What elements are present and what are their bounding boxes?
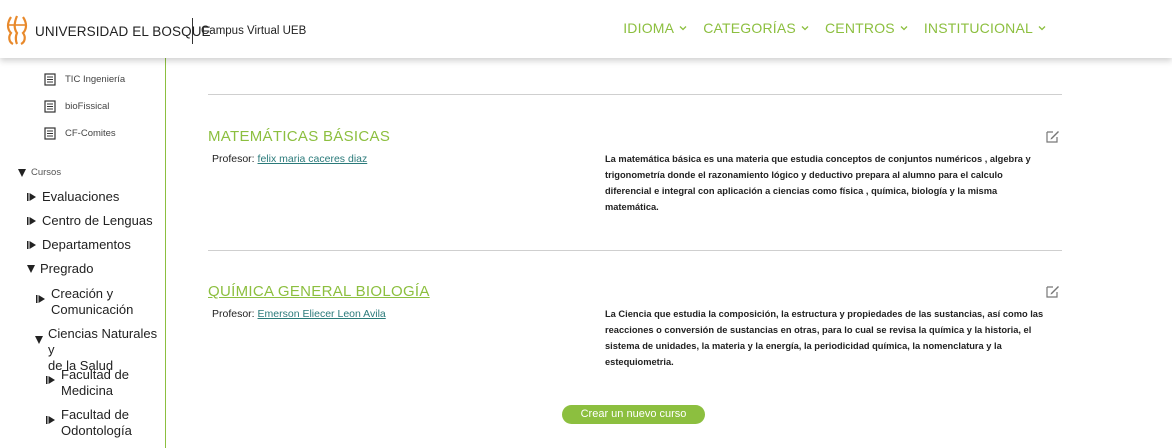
nav-institucional[interactable]: INSTITUCIONAL: [924, 20, 1046, 36]
sidebar: TIC Ingeniería bioFissical CF-Comites Cu…: [0, 58, 166, 448]
sidebar-item-label-line2: Comunicación: [51, 302, 134, 317]
collapsed-triangle-icon: [27, 193, 36, 201]
divider: [208, 94, 1062, 95]
chevron-down-icon: [900, 26, 908, 31]
course-description: La Ciencia que estudia la composición, l…: [605, 306, 1050, 370]
sidebar-doc-cf-comites[interactable]: CF-Comites: [44, 127, 116, 140]
description-line: matemática.: [605, 202, 659, 212]
sidebar-item-label-line1: Facultad de: [61, 367, 129, 382]
sidebar-item-label-line1: Ciencias Naturales y: [48, 326, 158, 357]
brand-divider: [192, 18, 193, 44]
expanded-triangle-icon: [18, 169, 26, 177]
sidebar-item-evaluaciones[interactable]: Evaluaciones: [27, 189, 119, 205]
course-list: MATEMÁTICAS BÁSICAS Profesor: felix mari…: [166, 58, 1172, 448]
course-professor: Profesor: Emerson Eliecer Leon Avila: [212, 308, 386, 320]
sidebar-item-label-line2: Medicina: [61, 383, 114, 398]
nav-categorias[interactable]: CATEGORÍAS: [703, 20, 809, 36]
professor-link[interactable]: felix maria caceres diaz: [258, 153, 368, 165]
sidebar-item-label-line2: Odontología: [61, 423, 132, 438]
collapsed-triangle-icon: [27, 217, 36, 225]
chevron-down-icon: [679, 26, 687, 31]
document-icon: [44, 127, 56, 140]
description-line: reacciones o conversión de sustancias en…: [605, 325, 1032, 335]
top-header: UNIVERSIDAD EL BOSQUE Campus Virtual UEB…: [0, 0, 1172, 58]
description-line: estequiometria.: [605, 357, 674, 367]
sidebar-item-label: Departamentos: [42, 237, 131, 252]
sidebar-cursos[interactable]: Cursos: [18, 167, 61, 179]
expanded-triangle-icon: [35, 336, 43, 344]
nav-idioma[interactable]: IDIOMA: [623, 20, 687, 36]
course-title-quimica[interactable]: QUÍMICA GENERAL BIOLOGÍA: [208, 283, 430, 300]
nav-idioma-label: IDIOMA: [623, 20, 675, 36]
new-course-button[interactable]: Crear un nuevo curso: [562, 405, 705, 424]
document-icon: [44, 100, 56, 113]
top-navigation: IDIOMA CATEGORÍAS CENTROS INSTITUCIONAL: [623, 20, 1046, 36]
sidebar-item-centro-de-lenguas[interactable]: Centro de Lenguas: [27, 213, 153, 229]
description-line: diferencial e integral con aplicación a …: [605, 186, 998, 196]
course-description: La matemática básica es una materia que …: [605, 151, 1050, 215]
professor-link[interactable]: Emerson Eliecer Leon Avila: [258, 308, 386, 320]
course-professor: Profesor: felix maria caceres diaz: [212, 153, 367, 165]
description-line: trigonometría donde el razonamiento lógi…: [605, 170, 1003, 180]
sidebar-doc-label: CF-Comites: [65, 128, 116, 139]
nav-categorias-label: CATEGORÍAS: [703, 20, 796, 36]
description-line: La Ciencia que estudia la composición, l…: [605, 309, 1044, 319]
sidebar-item-departamentos[interactable]: Departamentos: [27, 237, 131, 253]
collapsed-triangle-icon: [27, 241, 36, 249]
sidebar-item-label-line1: Facultad de: [61, 407, 129, 422]
nav-centros[interactable]: CENTROS: [825, 20, 908, 36]
sidebar-item-facultad-medicina[interactable]: Facultad de Medicina: [46, 367, 129, 399]
collapsed-triangle-icon: [46, 376, 55, 384]
sidebar-item-creacion-comunicacion[interactable]: Creación y Comunicación: [36, 286, 133, 318]
course-title-matematicas[interactable]: MATEMÁTICAS BÁSICAS: [208, 128, 390, 145]
description-line: sistema de unidades, la materia y la ene…: [605, 341, 1002, 351]
nav-institucional-label: INSTITUCIONAL: [923, 20, 1033, 36]
sidebar-item-label: Centro de Lenguas: [42, 213, 153, 228]
collapsed-triangle-icon: [36, 295, 45, 303]
sidebar-cursos-label: Cursos: [31, 167, 62, 178]
sidebar-item-label: Evaluaciones: [42, 189, 120, 204]
sidebar-doc-label: TIC Ingeniería: [65, 74, 126, 85]
sidebar-item-label-line1: Creación y: [51, 286, 114, 301]
collapsed-triangle-icon: [46, 416, 55, 424]
sidebar-item-label: Pregrado: [40, 261, 94, 276]
nav-centros-label: CENTROS: [824, 20, 895, 36]
sidebar-doc-tic[interactable]: TIC Ingeniería: [44, 73, 125, 86]
sidebar-item-pregrado[interactable]: Pregrado: [27, 261, 93, 277]
brand-name[interactable]: UNIVERSIDAD EL BOSQUE: [35, 24, 211, 39]
sidebar-item-facultad-odontologia[interactable]: Facultad de Odontología: [46, 407, 132, 439]
sidebar-doc-label: bioFissical: [65, 101, 110, 112]
edit-icon[interactable]: [1046, 284, 1060, 298]
brand-subtitle[interactable]: Campus Virtual UEB: [201, 25, 306, 37]
professor-label: Profesor:: [212, 308, 255, 320]
description-line: La matemática básica es una materia que …: [605, 154, 1031, 164]
chevron-down-icon: [1038, 26, 1046, 31]
university-logo-icon[interactable]: [6, 15, 28, 45]
sidebar-doc-biofissical[interactable]: bioFissical: [44, 100, 109, 113]
professor-label: Profesor:: [212, 153, 255, 165]
divider: [208, 250, 1062, 251]
document-icon: [44, 73, 56, 86]
expanded-triangle-icon: [27, 265, 35, 273]
chevron-down-icon: [801, 26, 809, 31]
edit-icon[interactable]: [1046, 129, 1060, 143]
